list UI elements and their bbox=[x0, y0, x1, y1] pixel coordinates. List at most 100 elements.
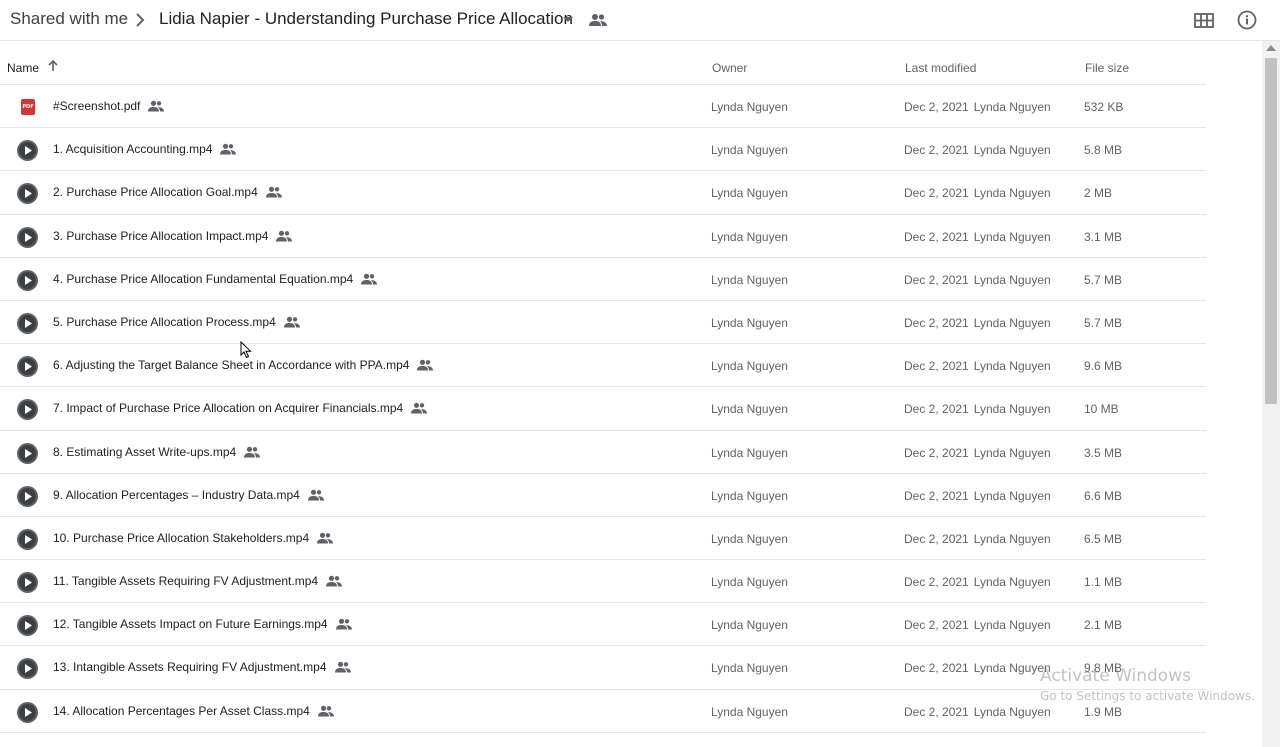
play-circle-icon bbox=[17, 183, 38, 205]
file-name[interactable]: 10. Purchase Price Allocation Stakeholde… bbox=[53, 531, 309, 545]
file-size: 3.5 MB bbox=[1084, 445, 1123, 460]
play-circle-icon bbox=[17, 701, 38, 723]
file-name[interactable]: 14. Allocation Percentages Per Asset Cla… bbox=[53, 704, 310, 718]
modified-by: Lynda Nguyen bbox=[973, 229, 1051, 244]
file-name-cell[interactable]: 6. Adjusting the Target Balance Sheet in… bbox=[53, 358, 434, 372]
play-circle-icon bbox=[17, 399, 38, 421]
file-last-modified: Dec 2, 2021 Lynda Nguyen bbox=[904, 359, 1051, 373]
file-name[interactable]: #Screenshot.pdf bbox=[53, 99, 140, 113]
play-circle-icon bbox=[17, 615, 38, 637]
file-name-cell[interactable]: 11. Tangible Assets Requiring FV Adjustm… bbox=[53, 574, 343, 588]
watermark-title: Activate Windows bbox=[1040, 666, 1191, 686]
file-name-cell[interactable]: 7. Impact of Purchase Price Allocation o… bbox=[53, 401, 428, 415]
file-row[interactable]: PDF #Screenshot.pdf Lynda Nguyen Dec 2, 202… bbox=[0, 85, 1206, 129]
modified-by: Lynda Nguyen bbox=[973, 402, 1051, 417]
file-size: 532 KB bbox=[1084, 100, 1124, 114]
modified-date: Dec 2, 2021 bbox=[904, 359, 969, 374]
column-file-size[interactable]: File size bbox=[1085, 61, 1129, 75]
file-last-modified: Dec 2, 2021 Lynda Nguyen bbox=[904, 316, 1051, 330]
modified-date: Dec 2, 2021 bbox=[904, 531, 969, 546]
file-list: PDF #Screenshot.pdf Lynda Nguyen Dec 2, 202… bbox=[0, 85, 1206, 733]
file-row[interactable]: 6. Adjusting the Target Balance Sheet in… bbox=[0, 344, 1206, 388]
file-name-cell[interactable]: 4. Purchase Price Allocation Fundamental… bbox=[53, 272, 378, 286]
scroll-up-arrow-icon[interactable] bbox=[1266, 45, 1276, 51]
column-last-modified[interactable]: Last modified bbox=[905, 61, 976, 75]
file-row[interactable]: 13. Intangible Assets Requiring FV Adjus… bbox=[0, 646, 1206, 690]
mouse-cursor-icon bbox=[240, 341, 252, 359]
file-row[interactable]: 4. Purchase Price Allocation Fundamental… bbox=[0, 258, 1206, 301]
file-row[interactable]: 1. Acquisition Accounting.mp4 Lynda Nguye… bbox=[0, 128, 1206, 172]
file-row[interactable]: 8. Estimating Asset Write-ups.mp4 Lynda N… bbox=[0, 431, 1206, 474]
modified-date: Dec 2, 2021 bbox=[904, 315, 969, 330]
play-circle-icon bbox=[17, 528, 38, 550]
people-icon bbox=[244, 446, 261, 457]
info-icon[interactable] bbox=[1236, 9, 1258, 31]
file-row[interactable]: 10. Purchase Price Allocation Stakeholde… bbox=[0, 517, 1206, 561]
modified-by: Lynda Nguyen bbox=[973, 100, 1051, 114]
file-name[interactable]: 7. Impact of Purchase Price Allocation o… bbox=[53, 401, 403, 415]
file-name[interactable]: 5. Purchase Price Allocation Process.mp4 bbox=[53, 315, 276, 329]
file-owner: Lynda Nguyen bbox=[711, 100, 788, 114]
file-last-modified: Dec 2, 2021 Lynda Nguyen bbox=[904, 489, 1051, 503]
file-name-cell[interactable]: 10. Purchase Price Allocation Stakeholde… bbox=[53, 531, 334, 545]
file-name-cell[interactable]: 1. Acquisition Accounting.mp4 bbox=[53, 142, 237, 156]
file-size: 6.6 MB bbox=[1084, 488, 1123, 503]
file-name-cell[interactable]: 8. Estimating Asset Write-ups.mp4 bbox=[53, 445, 261, 459]
file-name[interactable]: 9. Allocation Percentages – Industry Dat… bbox=[53, 488, 300, 502]
people-icon bbox=[326, 575, 343, 587]
file-row[interactable]: 12. Tangible Assets Impact on Future Ear… bbox=[0, 603, 1206, 647]
file-name[interactable]: 6. Adjusting the Target Balance Sheet in… bbox=[53, 358, 409, 372]
file-row[interactable]: 9. Allocation Percentages – Industry Dat… bbox=[0, 474, 1206, 517]
people-icon bbox=[307, 489, 324, 501]
file-name-cell[interactable]: 13. Intangible Assets Requiring FV Adjus… bbox=[53, 660, 351, 674]
file-name[interactable]: 4. Purchase Price Allocation Fundamental… bbox=[53, 272, 353, 286]
file-name[interactable]: 11. Tangible Assets Requiring FV Adjustm… bbox=[53, 574, 318, 588]
modified-by: Lynda Nguyen bbox=[973, 531, 1051, 546]
folder-menu-dropdown-icon[interactable] bbox=[563, 17, 573, 22]
file-name-cell[interactable]: 3. Purchase Price Allocation Impact.mp4 bbox=[53, 229, 293, 243]
file-owner: Lynda Nguyen bbox=[711, 575, 788, 590]
file-last-modified: Dec 2, 2021 Lynda Nguyen bbox=[904, 575, 1051, 589]
file-owner: Lynda Nguyen bbox=[711, 704, 788, 719]
modified-by: Lynda Nguyen bbox=[973, 143, 1051, 158]
file-last-modified: Dec 2, 2021 Lynda Nguyen bbox=[904, 230, 1051, 244]
file-row[interactable]: 11. Tangible Assets Requiring FV Adjustm… bbox=[0, 560, 1206, 604]
arrow-up-icon[interactable] bbox=[46, 59, 60, 73]
file-name[interactable]: 1. Acquisition Accounting.mp4 bbox=[53, 142, 212, 156]
file-name-cell[interactable]: 12. Tangible Assets Impact on Future Ear… bbox=[53, 617, 352, 631]
watermark-subtitle: Go to Settings to activate Windows. bbox=[1040, 689, 1255, 703]
modified-by: Lynda Nguyen bbox=[973, 359, 1051, 374]
file-name[interactable]: 12. Tangible Assets Impact on Future Ear… bbox=[53, 617, 328, 631]
grid-view-icon[interactable] bbox=[1193, 9, 1215, 31]
play-circle-icon bbox=[17, 442, 38, 464]
file-name-cell[interactable]: 5. Purchase Price Allocation Process.mp4 bbox=[53, 315, 300, 329]
file-row[interactable]: 5. Purchase Price Allocation Process.mp4… bbox=[0, 301, 1206, 345]
modified-date: Dec 2, 2021 bbox=[904, 618, 969, 633]
modified-by: Lynda Nguyen bbox=[973, 445, 1051, 460]
file-last-modified: Dec 2, 2021 Lynda Nguyen bbox=[904, 100, 1051, 114]
file-size: 1.1 MB bbox=[1084, 575, 1123, 590]
file-size: 6.5 MB bbox=[1084, 531, 1123, 546]
scrollbar-thumb[interactable] bbox=[1265, 58, 1277, 404]
play-circle-icon bbox=[17, 572, 38, 594]
file-name-cell[interactable]: 9. Allocation Percentages – Industry Dat… bbox=[53, 488, 324, 502]
breadcrumb-current-folder[interactable]: Lidia Napier - Understanding Purchase Pr… bbox=[159, 9, 573, 29]
file-size: 2.1 MB bbox=[1084, 618, 1123, 633]
file-name-cell[interactable]: 2. Purchase Price Allocation Goal.mp4 bbox=[53, 185, 282, 199]
file-name-cell[interactable]: 14. Allocation Percentages Per Asset Cla… bbox=[53, 704, 334, 718]
breadcrumb-root[interactable]: Shared with me bbox=[10, 9, 128, 29]
column-owner[interactable]: Owner bbox=[712, 61, 747, 75]
file-row[interactable]: 14. Allocation Percentages Per Asset Cla… bbox=[0, 690, 1206, 733]
file-name-cell[interactable]: #Screenshot.pdf bbox=[53, 99, 165, 113]
people-icon bbox=[276, 230, 293, 242]
column-name[interactable]: Name bbox=[7, 61, 39, 75]
file-row[interactable]: 7. Impact of Purchase Price Allocation o… bbox=[0, 387, 1206, 431]
file-name[interactable]: 8. Estimating Asset Write-ups.mp4 bbox=[53, 445, 236, 459]
file-name[interactable]: 2. Purchase Price Allocation Goal.mp4 bbox=[53, 185, 258, 199]
file-owner: Lynda Nguyen bbox=[711, 445, 788, 460]
file-name[interactable]: 13. Intangible Assets Requiring FV Adjus… bbox=[53, 660, 327, 674]
play-circle-icon bbox=[17, 658, 38, 680]
file-row[interactable]: 2. Purchase Price Allocation Goal.mp4 Lyn… bbox=[0, 171, 1206, 215]
file-name[interactable]: 3. Purchase Price Allocation Impact.mp4 bbox=[53, 229, 268, 243]
file-row[interactable]: 3. Purchase Price Allocation Impact.mp4 L… bbox=[0, 215, 1206, 258]
